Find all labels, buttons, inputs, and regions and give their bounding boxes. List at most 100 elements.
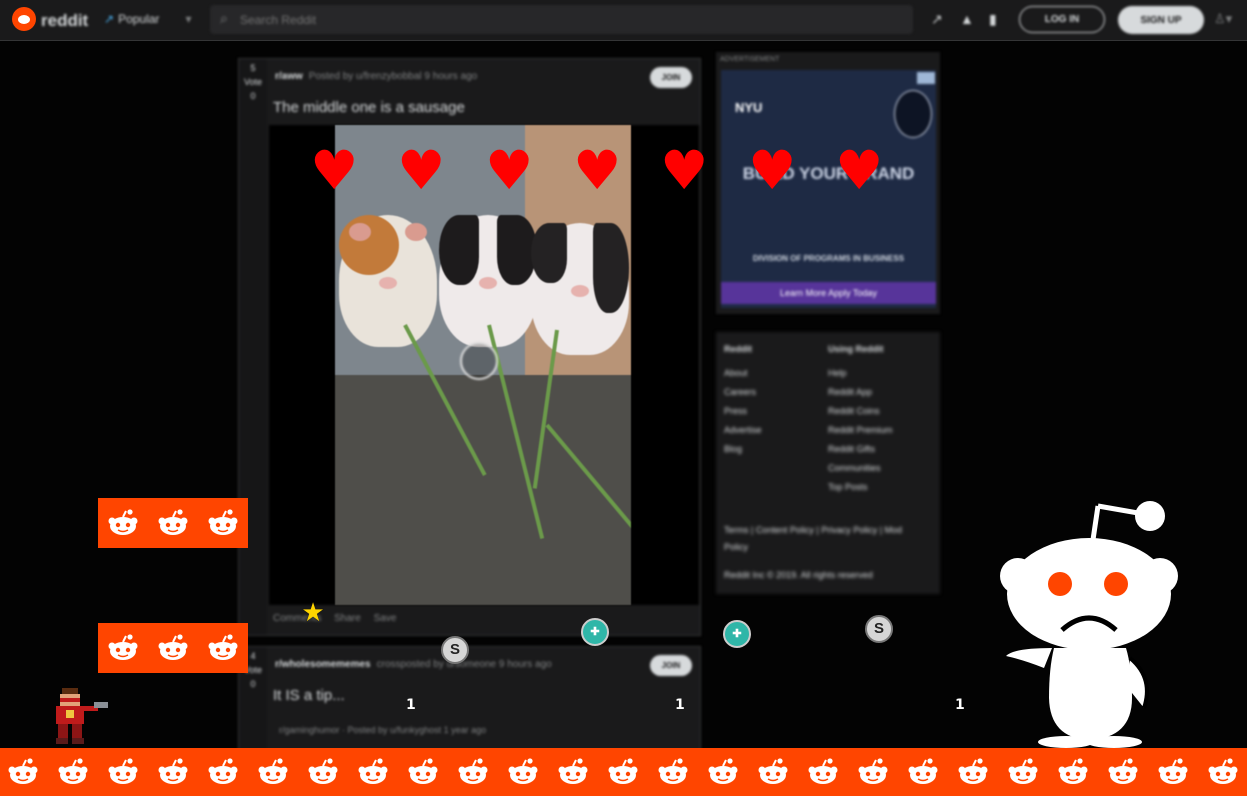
user-menu-icon[interactable]: ♙▾	[1214, 11, 1232, 27]
reddit-alien-icon	[156, 634, 190, 662]
links-heading: Reddit	[724, 344, 752, 354]
subreddit-link[interactable]: r/wholesomememes	[275, 659, 371, 670]
reddit-alien-icon	[306, 758, 340, 786]
footer-links: Reddit About Careers Press Advertise Blo…	[716, 332, 940, 594]
reddit-alien-icon	[1156, 758, 1190, 786]
star-powerup-icon[interactable]: ★	[300, 600, 326, 626]
join-button[interactable]: JOIN	[650, 655, 692, 676]
search-bar[interactable]: ⌕	[210, 5, 913, 34]
footer-link[interactable]: Reddit Coins	[828, 406, 893, 425]
teal-coin-icon[interactable]: ✚	[723, 620, 751, 648]
downvote-count[interactable]: 0	[239, 91, 267, 101]
login-button[interactable]: LOG IN	[1019, 6, 1105, 33]
stone-ledge	[335, 375, 631, 605]
post-meta: r/wholesomememes crossposted by u/someone…	[275, 659, 552, 670]
crosspost-source[interactable]: r/gaminghumor · Posted by u/funkyghost 1…	[279, 725, 486, 735]
silver-coin-icon[interactable]: S	[865, 615, 893, 643]
footer-link[interactable]: Reddit App	[828, 387, 893, 406]
footer-link[interactable]: Reddit Premium	[828, 425, 893, 444]
footer-link[interactable]: Careers	[724, 387, 762, 406]
downvote-count[interactable]: 0	[239, 679, 267, 689]
posted-by: crossposted by u/someone 9 hours ago	[376, 659, 552, 670]
footer-link[interactable]: Advertise	[724, 425, 762, 444]
reddit-alien-icon	[206, 634, 240, 662]
reddit-alien-icon	[1106, 758, 1140, 786]
heart-life-icon: ♥	[397, 139, 446, 202]
reddit-alien-icon	[156, 509, 190, 537]
footer-link[interactable]: About	[724, 368, 762, 387]
save-button[interactable]: Save	[374, 613, 397, 624]
logo-text[interactable]: reddit	[41, 11, 88, 31]
score-counter: 1	[675, 697, 685, 713]
links-column-using-reddit: Using Reddit Help Reddit App Reddit Coin…	[828, 344, 893, 501]
alien-block-platform	[98, 623, 248, 673]
ad-subline: DIVISION OF PROGRAMS IN BUSINESS	[752, 254, 905, 263]
search-icon: ⌕	[220, 10, 228, 26]
feed-selector[interactable]: ↗ Popular ▾	[104, 12, 191, 26]
guinea-pig-left	[339, 215, 437, 347]
signup-button[interactable]: SIGN UP	[1118, 6, 1204, 34]
footer-link[interactable]: Top Posts	[828, 482, 893, 501]
post-title[interactable]: It IS a tip...	[273, 687, 345, 704]
post-card[interactable]: 4 Vote 0 r/wholesomememes crossposted by …	[238, 646, 701, 758]
reddit-alien-icon	[106, 758, 140, 786]
reddit-alien-icon	[1006, 758, 1040, 786]
footer-link[interactable]: Communities	[828, 463, 893, 482]
links-heading: Using Reddit	[828, 344, 884, 354]
ground-platform	[0, 748, 1247, 796]
footer-link[interactable]: Blog	[724, 444, 762, 463]
reddit-alien-icon	[106, 634, 140, 662]
reddit-alien-icon	[106, 509, 140, 537]
ad-label: ADVERTISEMENT	[720, 56, 780, 63]
upvote-count[interactable]: 5	[239, 63, 267, 73]
footer-link[interactable]: Help	[828, 368, 893, 387]
heart-life-icon: ♥	[748, 139, 797, 202]
reddit-logo-icon[interactable]	[12, 7, 36, 31]
share-button[interactable]: Share	[334, 613, 361, 624]
reddit-alien-icon	[6, 758, 40, 786]
search-input[interactable]	[238, 10, 882, 30]
score-counter: 1	[955, 697, 965, 713]
university-seal-icon	[894, 90, 932, 138]
reddit-alien-icon	[356, 758, 390, 786]
guinea-pig-right	[531, 223, 629, 355]
sad-snoo-mascot	[994, 498, 1184, 748]
reddit-alien-icon	[206, 758, 240, 786]
reddit-alien-icon	[706, 758, 740, 786]
popular-icon[interactable]: ↗	[931, 11, 943, 28]
teal-coin-icon[interactable]: ✚	[581, 618, 609, 646]
play-icon[interactable]	[460, 342, 498, 380]
trending-icon: ↗	[104, 12, 115, 26]
reddit-alien-icon	[606, 758, 640, 786]
post-title[interactable]: The middle one is a sausage	[273, 99, 465, 116]
player-character[interactable]	[46, 684, 110, 748]
vote-column: 5 Vote 0	[239, 59, 267, 635]
reddit-alien-icon	[256, 758, 290, 786]
join-button[interactable]: JOIN	[650, 67, 692, 88]
vote-label: Vote	[243, 77, 263, 87]
ad-brand: NYU	[735, 100, 763, 115]
reddit-alien-icon	[856, 758, 890, 786]
heart-life-icon: ♥	[485, 139, 534, 202]
reddit-alien-icon	[1206, 758, 1240, 786]
top-bar: reddit ↗Popular▾ ⌕ ↗ ▲ ▮ LOG IN SIGN UP …	[0, 0, 1247, 41]
all-icon[interactable]: ▲	[960, 11, 974, 27]
copyright: Reddit Inc © 2019. All rights reserved	[724, 570, 873, 580]
reddit-alien-icon	[556, 758, 590, 786]
silver-coin-icon[interactable]: S	[441, 636, 469, 664]
chevron-down-icon: ▾	[185, 12, 192, 26]
reddit-alien-icon	[1056, 758, 1090, 786]
reddit-alien-icon	[656, 758, 690, 786]
posted-by: Posted by u/frenzybobbal 9 hours ago	[308, 71, 478, 82]
heart-life-icon: ♥	[573, 139, 622, 202]
footer-link[interactable]: Press	[724, 406, 762, 425]
reddit-alien-icon	[406, 758, 440, 786]
legal-links[interactable]: Terms | Content Policy | Privacy Policy …	[724, 522, 924, 556]
video-icon[interactable]: ▮	[989, 11, 997, 28]
alien-block-platform	[98, 498, 248, 548]
subreddit-link[interactable]: r/aww	[275, 71, 303, 82]
links-column-reddit: Reddit About Careers Press Advertise Blo…	[724, 344, 762, 463]
reddit-alien-icon	[906, 758, 940, 786]
ad-cta-button[interactable]: Learn More Apply Today	[721, 282, 936, 304]
footer-link[interactable]: Reddit Gifts	[828, 444, 893, 463]
